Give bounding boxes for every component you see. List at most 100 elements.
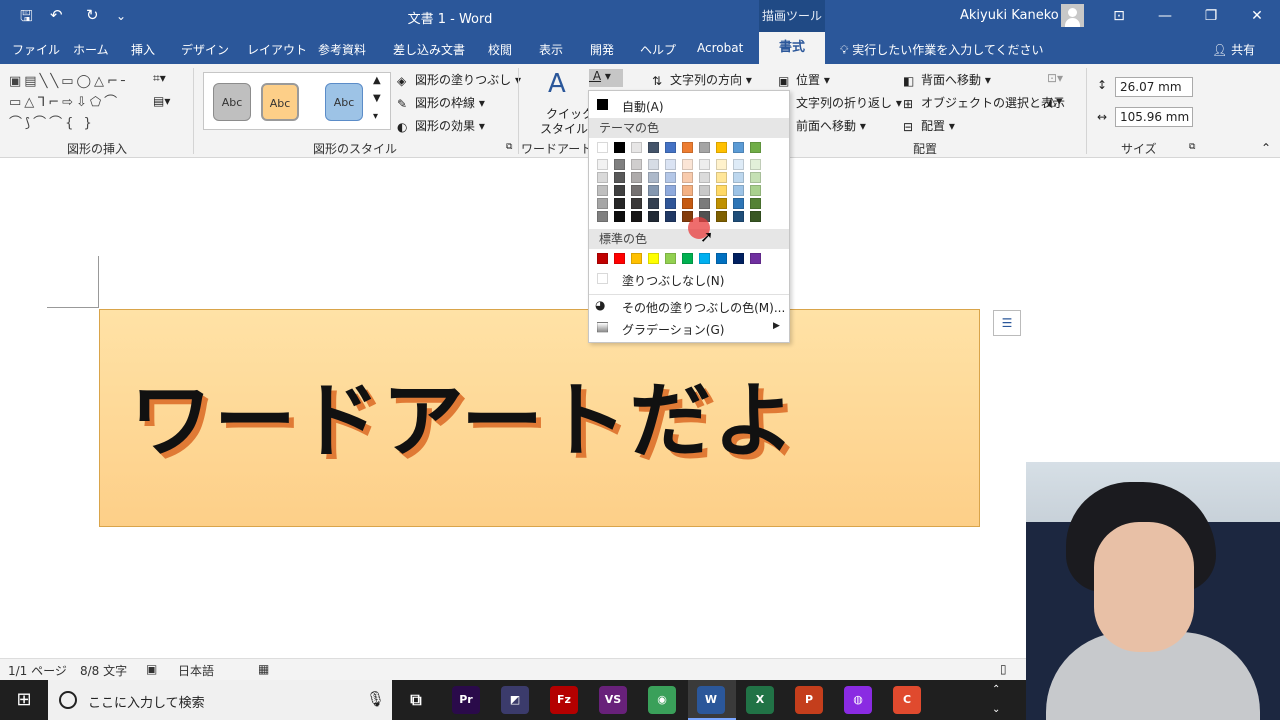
theme-color-swatch[interactable] xyxy=(699,185,710,196)
chrome-like-app-icon[interactable]: ◉ xyxy=(648,686,676,714)
text-fill-button[interactable]: A ▾ xyxy=(589,69,623,87)
tab-developer[interactable]: 開発 xyxy=(590,41,614,58)
standard-color-swatch[interactable] xyxy=(648,253,659,264)
theme-color-swatch[interactable] xyxy=(750,159,761,170)
shape-outline-button[interactable]: ✎ 図形の枠線 ▾ xyxy=(397,94,485,111)
theme-color-swatch[interactable] xyxy=(716,159,727,170)
theme-color-swatch[interactable] xyxy=(716,198,727,209)
dialog-launcher-icon[interactable]: ⧉ xyxy=(506,142,512,152)
proofing-icon[interactable]: ▣ xyxy=(146,662,157,676)
automatic-color-item[interactable]: 自動(A) xyxy=(589,95,789,115)
shape-style-gallery[interactable]: Abc Abc Abc xyxy=(203,72,391,130)
no-fill-item[interactable]: 塗りつぶしなし(N) xyxy=(589,269,789,289)
position-button[interactable]: ▣ 位置 ▾ xyxy=(778,71,830,88)
tab-file[interactable]: ファイル xyxy=(12,41,60,58)
rotate-icon[interactable]: ◭▾ xyxy=(1047,94,1062,108)
theme-color-swatch[interactable] xyxy=(614,185,625,196)
taskbar-search[interactable]: ここに入力して検索 🎙︎ xyxy=(48,680,392,720)
shapes-gallery[interactable]: ▣▤╲╲▭◯△⌐╴ ▭△ᒣ⌐⇨⇩⬠⌒ ⌒⟆⌒⌒{ } xyxy=(9,71,149,134)
tray-scroll-icon[interactable]: ⌃ ⌄ xyxy=(992,680,1000,720)
theme-color-swatch[interactable] xyxy=(614,172,625,183)
theme-color-swatch[interactable] xyxy=(665,185,676,196)
theme-color-swatch[interactable] xyxy=(750,198,761,209)
powerpoint-app-icon[interactable]: P xyxy=(795,686,823,714)
theme-color-swatch[interactable] xyxy=(597,211,608,222)
theme-color-swatch[interactable] xyxy=(648,211,659,222)
word-count[interactable]: 8/8 文字 xyxy=(80,662,127,679)
tab-home[interactable]: ホーム xyxy=(73,41,109,58)
standard-color-swatch[interactable] xyxy=(665,253,676,264)
theme-color-swatch[interactable] xyxy=(614,211,625,222)
close-button[interactable]: ✕ xyxy=(1234,0,1280,32)
standard-color-swatch[interactable] xyxy=(733,253,744,264)
avatar[interactable] xyxy=(1061,4,1084,27)
more-colors-item[interactable]: ◕ その他の塗りつぶしの色(M)... xyxy=(589,294,789,315)
theme-color-swatch[interactable] xyxy=(597,198,608,209)
align-button[interactable]: ⊟ 配置 ▾ xyxy=(903,117,955,134)
standard-color-swatch[interactable] xyxy=(716,253,727,264)
theme-color-swatch[interactable] xyxy=(733,185,744,196)
selection-pane-button[interactable]: ⊞ オブジェクトの選択と表示 xyxy=(903,94,1065,111)
standard-color-swatch[interactable] xyxy=(699,253,710,264)
theme-color-swatch[interactable] xyxy=(733,211,744,222)
task-view-icon[interactable]: ⧉ xyxy=(402,686,430,714)
theme-color-swatch[interactable] xyxy=(750,211,761,222)
theme-color-swatch[interactable] xyxy=(597,142,608,153)
tab-layout[interactable]: レイアウト xyxy=(247,41,307,58)
edit-shape-icon[interactable]: ⌗▾ xyxy=(153,71,166,86)
send-backward-button[interactable]: ◧ 背面へ移動 ▾ xyxy=(903,71,991,88)
theme-color-swatch[interactable] xyxy=(631,211,642,222)
theme-color-swatch[interactable] xyxy=(631,142,642,153)
shape-fill-button[interactable]: ◈ 図形の塗りつぶし ▾ xyxy=(397,71,521,88)
theme-color-swatch[interactable] xyxy=(682,185,693,196)
theme-color-swatch[interactable] xyxy=(631,159,642,170)
text-box-icon[interactable]: ▤▾ xyxy=(153,94,170,108)
theme-color-swatch[interactable] xyxy=(631,172,642,183)
tab-insert[interactable]: 挿入 xyxy=(131,41,155,58)
theme-color-swatch[interactable] xyxy=(733,142,744,153)
standard-color-swatch[interactable] xyxy=(631,253,642,264)
gradient-item[interactable]: グラデーション(G) ▶ xyxy=(589,318,789,338)
wordart-text[interactable]: ワードアートだよ xyxy=(130,354,797,473)
theme-color-swatch[interactable] xyxy=(716,172,727,183)
theme-color-swatch[interactable] xyxy=(733,172,744,183)
windows-start-icon[interactable]: ⊞ xyxy=(0,680,48,720)
width-field[interactable]: 105.96 mm xyxy=(1115,107,1193,127)
theme-color-swatch[interactable] xyxy=(699,159,710,170)
theme-color-swatch[interactable] xyxy=(648,185,659,196)
minimize-button[interactable]: — xyxy=(1142,0,1188,32)
tab-help[interactable]: ヘルプ xyxy=(640,41,676,58)
theme-color-swatch[interactable] xyxy=(648,159,659,170)
theme-color-swatch[interactable] xyxy=(631,185,642,196)
theme-color-swatch[interactable] xyxy=(682,159,693,170)
word-app-icon[interactable]: W xyxy=(697,686,725,714)
theme-color-swatch[interactable] xyxy=(716,142,727,153)
tab-design[interactable]: デザイン xyxy=(181,41,229,58)
premiere-app-icon[interactable]: Pr xyxy=(452,686,480,714)
tab-review[interactable]: 校閲 xyxy=(488,41,512,58)
theme-color-swatch[interactable] xyxy=(750,142,761,153)
height-field[interactable]: 26.07 mm xyxy=(1115,77,1193,97)
theme-color-swatch[interactable] xyxy=(750,172,761,183)
theme-color-swatch[interactable] xyxy=(665,198,676,209)
tab-mailings[interactable]: 差し込み文書 xyxy=(393,41,465,58)
theme-color-swatch[interactable] xyxy=(716,211,727,222)
wrap-text-button[interactable]: 文字列の折り返し ▾ xyxy=(796,94,902,111)
theme-color-swatch[interactable] xyxy=(733,198,744,209)
theme-color-swatch[interactable] xyxy=(631,198,642,209)
share-button[interactable]: 👤︎ 共有 xyxy=(1212,41,1255,58)
recorder-app-icon[interactable]: ◍ xyxy=(844,686,872,714)
theme-color-swatch[interactable] xyxy=(682,172,693,183)
restore-button[interactable]: ❐ xyxy=(1188,0,1234,32)
tab-view[interactable]: 表示 xyxy=(539,41,563,58)
tab-references[interactable]: 参考資料 xyxy=(318,41,366,58)
style-gray[interactable]: Abc xyxy=(213,83,251,121)
standard-color-swatch[interactable] xyxy=(682,253,693,264)
wordart-shape[interactable]: ワードアートだよ xyxy=(99,309,980,527)
bring-forward-button[interactable]: 前面へ移動 ▾ xyxy=(796,117,866,134)
theme-color-swatch[interactable] xyxy=(699,198,710,209)
gallery-scroll-icon[interactable]: ▲ ▼ ▾ xyxy=(373,72,381,126)
theme-color-swatch[interactable] xyxy=(614,198,625,209)
shape-effects-button[interactable]: ◐ 図形の効果 ▾ xyxy=(397,117,485,134)
quick-styles-label-2[interactable]: スタイル xyxy=(540,120,588,137)
